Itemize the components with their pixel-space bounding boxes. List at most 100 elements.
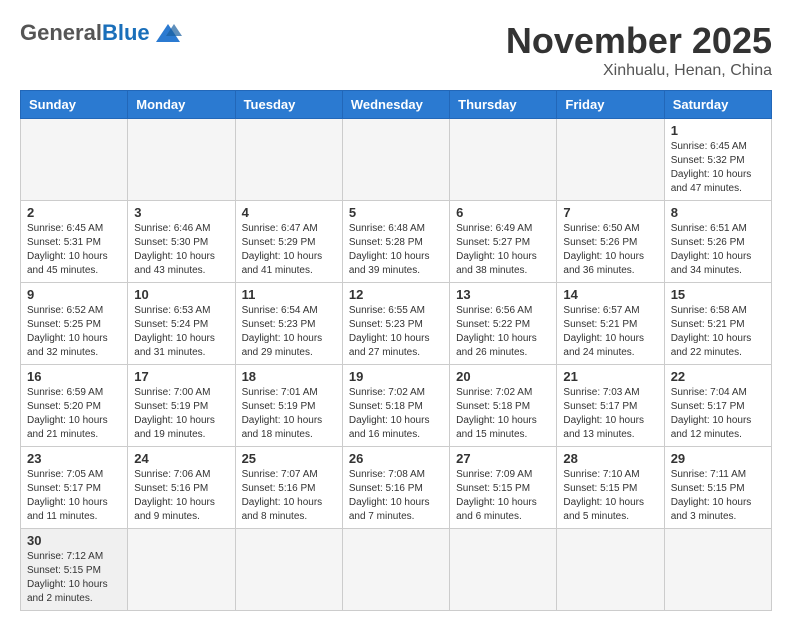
day-info: Sunrise: 7:03 AM Sunset: 5:17 PM Dayligh… (563, 386, 657, 442)
calendar-cell (450, 529, 557, 611)
day-number: 21 (563, 369, 657, 384)
day-info: Sunrise: 6:51 AM Sunset: 5:26 PM Dayligh… (671, 222, 765, 278)
calendar-week-row: 16 Sunrise: 6:59 AM Sunset: 5:20 PM Dayli… (21, 365, 772, 447)
day-info: Sunrise: 6:48 AM Sunset: 5:28 PM Dayligh… (349, 222, 443, 278)
calendar-cell (128, 529, 235, 611)
day-info: Sunrise: 7:08 AM Sunset: 5:16 PM Dayligh… (349, 468, 443, 524)
location-subtitle: Xinhualu, Henan, China (506, 62, 772, 80)
calendar-cell: 6 Sunrise: 6:49 AM Sunset: 5:27 PM Daylig… (450, 201, 557, 283)
day-info: Sunrise: 6:56 AM Sunset: 5:22 PM Dayligh… (456, 304, 550, 360)
calendar-cell: 17 Sunrise: 7:00 AM Sunset: 5:19 PM Dayli… (128, 365, 235, 447)
calendar-cell (21, 119, 128, 201)
day-info: Sunrise: 7:09 AM Sunset: 5:15 PM Dayligh… (456, 468, 550, 524)
calendar-cell: 3 Sunrise: 6:46 AM Sunset: 5:30 PM Daylig… (128, 201, 235, 283)
day-number: 28 (563, 451, 657, 466)
logo-blue-text: Blue (102, 20, 150, 46)
calendar-cell: 21 Sunrise: 7:03 AM Sunset: 5:17 PM Dayli… (557, 365, 664, 447)
day-info: Sunrise: 6:46 AM Sunset: 5:30 PM Dayligh… (134, 222, 228, 278)
day-number: 17 (134, 369, 228, 384)
day-number: 12 (349, 287, 443, 302)
day-info: Sunrise: 6:45 AM Sunset: 5:32 PM Dayligh… (671, 140, 765, 196)
calendar-week-row: 9Sunrise: 6:52 AM Sunset: 5:25 PM Daylig… (21, 283, 772, 365)
day-number: 14 (563, 287, 657, 302)
calendar-cell: 25 Sunrise: 7:07 AM Sunset: 5:16 PM Dayli… (235, 447, 342, 529)
day-info: Sunrise: 6:45 AM Sunset: 5:31 PM Dayligh… (27, 222, 121, 278)
calendar-cell: 1 Sunrise: 6:45 AM Sunset: 5:32 PM Daylig… (664, 119, 771, 201)
calendar-cell (450, 119, 557, 201)
day-info: Sunrise: 6:47 AM Sunset: 5:29 PM Dayligh… (242, 222, 336, 278)
day-info: Sunrise: 6:58 AM Sunset: 5:21 PM Dayligh… (671, 304, 765, 360)
column-header-wednesday: Wednesday (342, 91, 449, 119)
calendar-cell: 20Sunrise: 7:02 AM Sunset: 5:18 PM Dayli… (450, 365, 557, 447)
day-number: 16 (27, 369, 121, 384)
day-info: Sunrise: 6:55 AM Sunset: 5:23 PM Dayligh… (349, 304, 443, 360)
day-info: Sunrise: 7:02 AM Sunset: 5:18 PM Dayligh… (456, 386, 550, 442)
day-number: 7 (563, 205, 657, 220)
calendar-cell: 7 Sunrise: 6:50 AM Sunset: 5:26 PM Daylig… (557, 201, 664, 283)
month-title: November 2025 (506, 20, 772, 62)
day-number: 30 (27, 533, 121, 548)
column-header-monday: Monday (128, 91, 235, 119)
calendar-cell (557, 529, 664, 611)
day-number: 10 (134, 287, 228, 302)
day-number: 6 (456, 205, 550, 220)
day-info: Sunrise: 7:05 AM Sunset: 5:17 PM Dayligh… (27, 468, 121, 524)
calendar-cell (342, 529, 449, 611)
logo-general-text: General (20, 20, 102, 46)
calendar-cell: 22Sunrise: 7:04 AM Sunset: 5:17 PM Dayli… (664, 365, 771, 447)
day-info: Sunrise: 6:54 AM Sunset: 5:23 PM Dayligh… (242, 304, 336, 360)
calendar-week-row: 2 Sunrise: 6:45 AM Sunset: 5:31 PM Daylig… (21, 201, 772, 283)
calendar-cell: 14 Sunrise: 6:57 AM Sunset: 5:21 PM Dayli… (557, 283, 664, 365)
day-info: Sunrise: 6:53 AM Sunset: 5:24 PM Dayligh… (134, 304, 228, 360)
day-number: 19 (349, 369, 443, 384)
day-number: 25 (242, 451, 336, 466)
day-info: Sunrise: 6:49 AM Sunset: 5:27 PM Dayligh… (456, 222, 550, 278)
calendar-week-row: 1 Sunrise: 6:45 AM Sunset: 5:32 PM Daylig… (21, 119, 772, 201)
day-number: 11 (242, 287, 336, 302)
calendar-week-row: 30 Sunrise: 7:12 AM Sunset: 5:15 PM Dayli… (21, 529, 772, 611)
column-header-friday: Friday (557, 91, 664, 119)
day-number: 9 (27, 287, 121, 302)
day-number: 1 (671, 123, 765, 138)
calendar-cell: 4Sunrise: 6:47 AM Sunset: 5:29 PM Daylig… (235, 201, 342, 283)
calendar-cell (235, 529, 342, 611)
day-info: Sunrise: 7:01 AM Sunset: 5:19 PM Dayligh… (242, 386, 336, 442)
day-info: Sunrise: 7:07 AM Sunset: 5:16 PM Dayligh… (242, 468, 336, 524)
day-info: Sunrise: 7:10 AM Sunset: 5:15 PM Dayligh… (563, 468, 657, 524)
day-number: 18 (242, 369, 336, 384)
calendar-cell: 5 Sunrise: 6:48 AM Sunset: 5:28 PM Daylig… (342, 201, 449, 283)
calendar-cell: 11 Sunrise: 6:54 AM Sunset: 5:23 PM Dayli… (235, 283, 342, 365)
calendar-cell (557, 119, 664, 201)
day-info: Sunrise: 7:12 AM Sunset: 5:15 PM Dayligh… (27, 550, 121, 606)
day-number: 22 (671, 369, 765, 384)
calendar-cell (128, 119, 235, 201)
calendar-cell: 10 Sunrise: 6:53 AM Sunset: 5:24 PM Dayli… (128, 283, 235, 365)
day-number: 29 (671, 451, 765, 466)
calendar-cell: 24Sunrise: 7:06 AM Sunset: 5:16 PM Dayli… (128, 447, 235, 529)
calendar-cell: 18 Sunrise: 7:01 AM Sunset: 5:19 PM Dayli… (235, 365, 342, 447)
column-header-tuesday: Tuesday (235, 91, 342, 119)
day-number: 26 (349, 451, 443, 466)
day-info: Sunrise: 6:50 AM Sunset: 5:26 PM Dayligh… (563, 222, 657, 278)
day-info: Sunrise: 7:00 AM Sunset: 5:19 PM Dayligh… (134, 386, 228, 442)
logo-icon (154, 22, 182, 44)
calendar-cell: 2 Sunrise: 6:45 AM Sunset: 5:31 PM Daylig… (21, 201, 128, 283)
day-number: 3 (134, 205, 228, 220)
calendar-cell (342, 119, 449, 201)
day-number: 27 (456, 451, 550, 466)
calendar-cell: 23 Sunrise: 7:05 AM Sunset: 5:17 PM Dayli… (21, 447, 128, 529)
calendar-week-row: 23 Sunrise: 7:05 AM Sunset: 5:17 PM Dayli… (21, 447, 772, 529)
day-number: 5 (349, 205, 443, 220)
day-number: 2 (27, 205, 121, 220)
calendar-cell: 29Sunrise: 7:11 AM Sunset: 5:15 PM Dayli… (664, 447, 771, 529)
day-info: Sunrise: 7:06 AM Sunset: 5:16 PM Dayligh… (134, 468, 228, 524)
page-header: General Blue November 2025 Xinhualu, Hen… (20, 20, 772, 80)
calendar-cell: 8Sunrise: 6:51 AM Sunset: 5:26 PM Daylig… (664, 201, 771, 283)
day-number: 13 (456, 287, 550, 302)
day-info: Sunrise: 7:02 AM Sunset: 5:18 PM Dayligh… (349, 386, 443, 442)
day-info: Sunrise: 6:59 AM Sunset: 5:20 PM Dayligh… (27, 386, 121, 442)
day-info: Sunrise: 6:57 AM Sunset: 5:21 PM Dayligh… (563, 304, 657, 360)
day-number: 23 (27, 451, 121, 466)
calendar-cell: 28 Sunrise: 7:10 AM Sunset: 5:15 PM Dayli… (557, 447, 664, 529)
calendar-cell: 27 Sunrise: 7:09 AM Sunset: 5:15 PM Dayli… (450, 447, 557, 529)
